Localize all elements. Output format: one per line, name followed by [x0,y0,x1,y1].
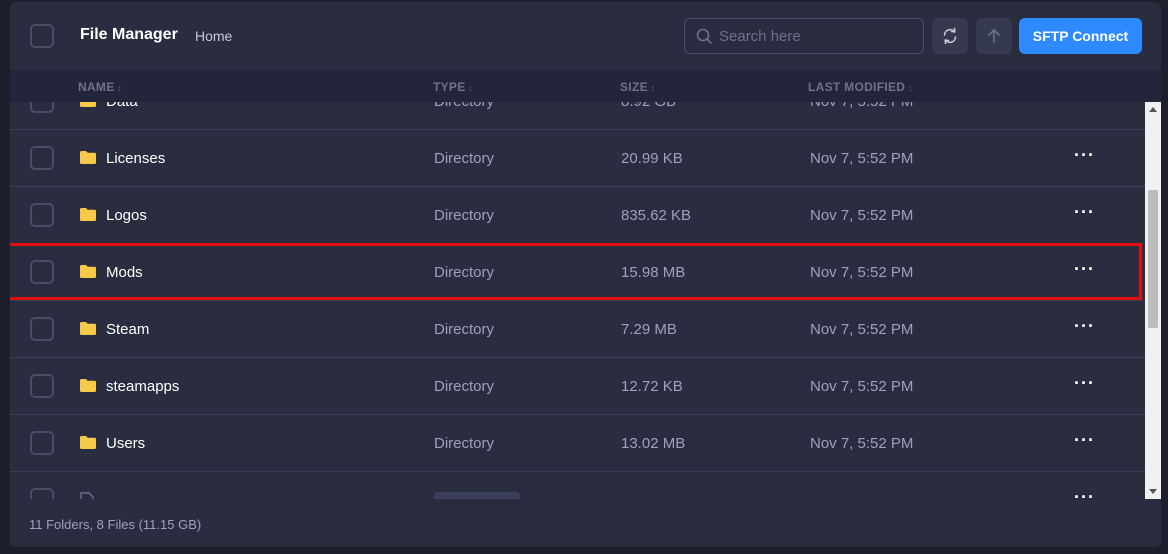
file-name[interactable]: Licenses [106,150,165,167]
file-type: Directory [434,150,495,167]
file-name[interactable]: Logos [106,207,147,224]
highlight-box [10,243,1142,300]
table-row[interactable]: Data Directory 8.92 GB Nov 7, 5:52 PM ··… [10,102,1145,130]
file-list: Data Directory 8.92 GB Nov 7, 5:52 PM ··… [10,102,1145,499]
row-checkbox[interactable] [30,203,54,227]
scroll-up-icon[interactable] [1149,107,1157,112]
folder-icon [80,379,96,392]
more-options-button[interactable]: ··· [1074,203,1095,221]
row-checkbox[interactable] [30,146,54,170]
table-row[interactable]: ··· [10,472,1145,499]
more-options-button[interactable]: ··· [1074,146,1095,164]
file-icon [80,492,94,499]
file-size: 835.62 KB [621,207,692,224]
scroll-down-icon[interactable] [1149,489,1157,494]
search-icon [696,28,712,44]
column-modified-header[interactable]: LAST MODIFIED [808,80,913,94]
breadcrumb[interactable]: Home [195,28,232,44]
row-checkbox[interactable] [30,488,54,499]
more-options-button[interactable]: ··· [1074,488,1095,499]
table-row[interactable]: Users Directory 13.02 MB Nov 7, 5:52 PM … [10,415,1145,472]
folder-icon [80,322,96,335]
column-name-header[interactable]: NAME [78,80,122,94]
sftp-connect-button[interactable]: SFTP Connect [1019,18,1142,54]
row-checkbox[interactable] [30,317,54,341]
file-modified: Nov 7, 5:52 PM [810,378,914,395]
row-checkbox[interactable] [30,431,54,455]
scrollbar-thumb[interactable] [1148,190,1158,328]
file-modified: Nov 7, 5:52 PM [810,435,914,452]
folder-icon [80,151,96,164]
search-input[interactable] [719,19,919,53]
file-type: Directory [434,321,495,338]
file-size: 12.72 KB [621,378,683,395]
page-title: File Manager [80,26,178,43]
scrollbar[interactable] [1145,102,1161,499]
file-size: 20.99 KB [621,150,683,167]
table-row[interactable]: Steam Directory 7.29 MB Nov 7, 5:52 PM ·… [10,301,1145,358]
file-type: Directory [434,378,495,395]
folder-icon [80,208,96,221]
column-size-header[interactable]: SIZE [620,80,655,94]
more-options-button[interactable]: ··· [1074,102,1095,107]
header: File Manager Home SFTP Connect [10,2,1161,70]
table-row[interactable]: Logos Directory 835.62 KB Nov 7, 5:52 PM… [10,187,1145,244]
file-name[interactable]: Steam [106,321,149,338]
footer: 11 Folders, 8 Files (11.15 GB) [10,499,1161,547]
search-box[interactable] [684,18,924,54]
parent-directory-button[interactable] [976,18,1012,54]
file-modified: Nov 7, 5:52 PM [810,102,913,110]
refresh-icon [943,27,957,45]
file-modified: Nov 7, 5:52 PM [810,321,914,338]
file-size: 13.02 MB [621,435,686,452]
file-type: Directory [434,102,494,110]
folder-icon [80,436,96,449]
file-type: Directory [434,435,495,452]
arrow-up-icon [988,29,1000,43]
file-name[interactable]: Data [106,102,138,110]
status-badge [434,492,520,499]
row-checkbox[interactable] [30,102,54,113]
folder-icon [80,102,96,107]
table-row[interactable]: steamapps Directory 12.72 KB Nov 7, 5:52… [10,358,1145,415]
refresh-button[interactable] [932,18,968,54]
file-modified: Nov 7, 5:52 PM [810,150,914,167]
more-options-button[interactable]: ··· [1074,431,1095,449]
file-size: 8.92 GB [621,102,676,110]
more-options-button[interactable]: ··· [1074,374,1095,392]
file-summary: 11 Folders, 8 Files (11.15 GB) [29,517,202,532]
file-size: 7.29 MB [621,321,677,338]
select-all-checkbox[interactable] [30,24,54,48]
more-options-button[interactable]: ··· [1074,317,1095,335]
file-type: Directory [434,207,495,224]
table-header: NAME TYPE SIZE LAST MODIFIED [10,70,1161,102]
table-row[interactable]: Licenses Directory 20.99 KB Nov 7, 5:52 … [10,130,1145,187]
file-manager-panel: File Manager Home SFTP Connect [10,2,1161,547]
row-checkbox[interactable] [30,374,54,398]
file-modified: Nov 7, 5:52 PM [810,207,914,224]
file-name[interactable]: steamapps [106,378,179,395]
column-type-header[interactable]: TYPE [433,80,473,94]
file-name[interactable]: Users [106,435,145,452]
